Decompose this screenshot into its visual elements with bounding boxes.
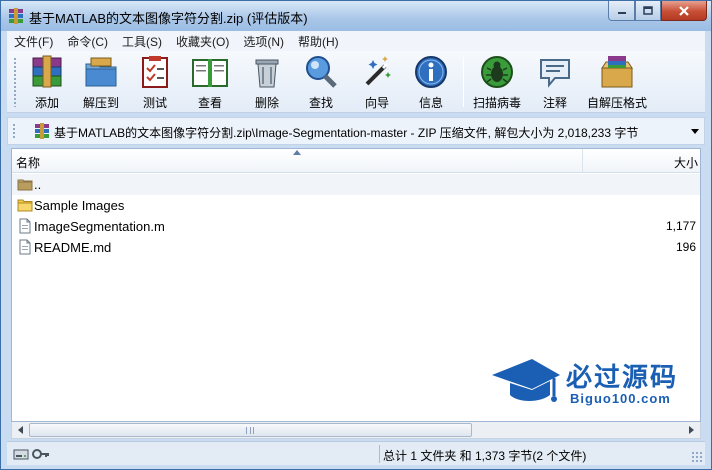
resize-grip[interactable] [691, 451, 703, 463]
list-item[interactable]: README.md 196 [12, 237, 700, 258]
list-item[interactable]: Sample Images [12, 195, 700, 216]
menu-help[interactable]: 帮助(H) [291, 33, 346, 50]
graduation-cap-logo [492, 359, 560, 402]
info-icon [415, 56, 447, 88]
address-path: 基于MATLAB的文本图像字符分割.zip\Image-Segmentation… [54, 126, 639, 140]
document-icon [19, 218, 31, 234]
view-button[interactable]: 查看 [190, 53, 230, 111]
menu-tools[interactable]: 工具(S) [115, 33, 169, 50]
add-button[interactable]: 添加 [27, 53, 67, 111]
chevron-down-icon[interactable] [690, 126, 700, 136]
status-text: 总计 1 文件夹 和 1,373 字节(2 个文件) [383, 449, 587, 463]
file-name: .. [34, 177, 42, 192]
column-header: 名称 大小 [12, 149, 700, 173]
wizard-button[interactable]: 向导 [357, 53, 397, 111]
scroll-grip [246, 427, 254, 434]
minimize-icon [617, 11, 626, 14]
file-size: 1,177 [665, 219, 696, 233]
window-title: 基于MATLAB的文本图像字符分割.zip (评估版本) [29, 11, 308, 26]
status-bar: 总计 1 文件夹 和 1,373 字节(2 个文件) [7, 441, 705, 465]
test-label: 测试 [142, 96, 167, 110]
find-label: 查找 [308, 96, 333, 110]
sfx-box-icon [601, 56, 633, 88]
sfx-label: 自解压格式 [587, 96, 648, 110]
find-button[interactable]: 查找 [301, 53, 341, 111]
list-item[interactable]: ImageSegmentation.m 1,177 [12, 216, 700, 237]
list-item[interactable]: .. [12, 174, 700, 195]
drive-icon[interactable] [13, 447, 29, 461]
file-name: Sample Images [34, 198, 125, 213]
comment-button[interactable]: 注释 [535, 53, 575, 111]
extract-label: 解压到 [82, 96, 119, 110]
comment-label: 注释 [542, 96, 567, 110]
address-grip [12, 123, 16, 139]
info-button[interactable]: 信息 [411, 53, 451, 111]
watermark-url: Biguo100.com [570, 391, 671, 406]
close-button[interactable] [661, 1, 707, 21]
scroll-left-button[interactable] [12, 422, 29, 438]
test-button[interactable]: 测试 [135, 53, 175, 111]
virus-scan-bug-icon [481, 56, 513, 88]
magic-wand-icon [365, 56, 391, 86]
title-bar[interactable]: 基于MATLAB的文本图像字符分割.zip (评估版本) [1, 1, 711, 31]
delete-button[interactable]: 删除 [247, 53, 287, 111]
chevron-left-icon [18, 426, 23, 434]
scroll-right-button[interactable] [683, 422, 700, 438]
magnifier-icon [306, 56, 337, 88]
parent-folder-icon [17, 179, 33, 191]
file-name: ImageSegmentation.m [34, 219, 165, 234]
key-icon[interactable] [32, 447, 50, 461]
test-clipboard-icon [142, 56, 168, 88]
chevron-right-icon [689, 426, 694, 434]
winrar-window: 基于MATLAB的文本图像字符分割.zip (评估版本) 文件(F) 命令(C)… [0, 0, 712, 470]
file-name: README.md [34, 240, 112, 255]
file-list[interactable]: 名称 大小 .. Sample Images ImageSegmentation… [11, 148, 701, 422]
watermark: 必过源码 Biguo100.com [488, 353, 698, 415]
close-icon [679, 5, 689, 16]
menu-favorites[interactable]: 收藏夹(O) [169, 33, 236, 50]
view-label: 查看 [197, 96, 222, 110]
info-label: 信息 [418, 96, 443, 110]
virus-scan-label: 扫描病毒 [473, 96, 522, 110]
trash-icon [255, 59, 279, 88]
wizard-label: 向导 [364, 96, 389, 110]
menu-bar: 文件(F) 命令(C) 工具(S) 收藏夹(O) 选项(N) 帮助(H) [7, 31, 705, 51]
watermark-title: 必过源码 [566, 363, 679, 393]
sfx-button[interactable]: 自解压格式 [587, 53, 647, 111]
column-divider[interactable] [582, 149, 583, 173]
address-bar[interactable]: 基于MATLAB的文本图像字符分割.zip\Image-Segmentation… [7, 117, 705, 145]
minimize-button[interactable] [608, 1, 635, 21]
archive-icon [35, 123, 49, 139]
sort-ascending-icon [293, 150, 301, 155]
maximize-button[interactable] [635, 1, 661, 21]
extract-folder-icon [85, 57, 117, 87]
maximize-icon [643, 5, 653, 15]
scroll-thumb[interactable] [29, 423, 472, 437]
virus-scan-button[interactable]: 扫描病毒 [473, 53, 521, 111]
toolbar-grip[interactable] [13, 57, 17, 107]
add-archive-icon [32, 55, 62, 88]
window-controls [608, 1, 707, 21]
toolbar: 添加 解压到 测试 查看 删除 查找 向导 信息 扫描病毒 注释 自解压格式 [7, 51, 705, 113]
status-divider [379, 445, 380, 463]
folder-icon [17, 199, 33, 212]
delete-label: 删除 [254, 96, 279, 110]
menu-file[interactable]: 文件(F) [7, 33, 60, 50]
menu-commands[interactable]: 命令(C) [60, 33, 115, 50]
comment-icon [540, 59, 570, 88]
menu-options[interactable]: 选项(N) [236, 33, 291, 50]
column-name[interactable]: 名称 [16, 154, 40, 171]
view-book-icon [192, 59, 228, 87]
status-icons [13, 447, 50, 461]
extract-button[interactable]: 解压到 [81, 53, 121, 111]
winrar-app-icon[interactable] [8, 8, 24, 24]
horizontal-scrollbar[interactable] [11, 422, 701, 439]
file-size: 196 [675, 240, 696, 254]
toolbar-separator [463, 57, 464, 107]
column-size[interactable]: 大小 [674, 154, 698, 171]
add-label: 添加 [34, 96, 59, 110]
document-icon [19, 239, 31, 255]
